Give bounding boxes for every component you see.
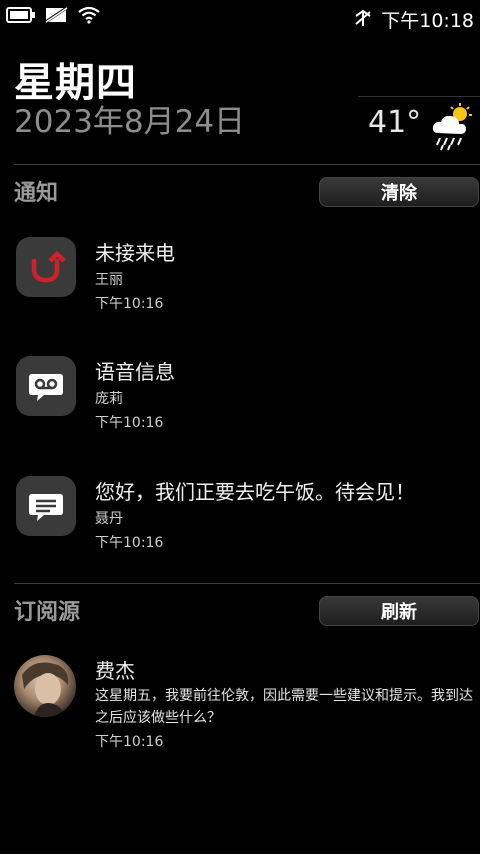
notification-title: 未接来电 bbox=[95, 241, 175, 265]
notification-time: 下午10:16 bbox=[95, 415, 164, 431]
wifi-icon bbox=[78, 6, 100, 28]
status-time: 下午10:18 bbox=[381, 10, 474, 32]
divider bbox=[14, 164, 480, 165]
clear-button[interactable]: 清除 bbox=[319, 177, 479, 207]
feeds-title: 订阅源 bbox=[14, 600, 81, 625]
status-bar: 下午10:18 bbox=[0, 0, 480, 34]
notifications-title: 通知 bbox=[14, 181, 59, 206]
status-icons-left bbox=[6, 5, 100, 28]
refresh-button[interactable]: 刷新 bbox=[319, 596, 479, 626]
notification-time: 下午10:16 bbox=[95, 535, 164, 551]
feed-item[interactable]: 费杰 这星期五，我要前往伦敦，因此需要一些建议和提示。我到达之后应该做些什么？ … bbox=[14, 655, 480, 765]
message-icon bbox=[16, 476, 76, 536]
feed-time: 下午10:16 bbox=[95, 734, 164, 750]
feed-message: 这星期五，我要前往伦敦，因此需要一些建议和提示。我到达之后应该做些什么？ bbox=[95, 688, 473, 726]
weather-widget[interactable]: 41° bbox=[358, 96, 480, 153]
notification-sender: 庞莉 bbox=[95, 391, 123, 407]
feed-name: 费杰 bbox=[95, 659, 135, 683]
avatar bbox=[14, 655, 76, 717]
temperature: 41° bbox=[368, 105, 422, 140]
date-text: 2023年8月24日 bbox=[14, 104, 246, 140]
notification-sender: 聂丹 bbox=[95, 511, 123, 527]
voicemail-icon bbox=[16, 356, 76, 416]
notification-title: 语音信息 bbox=[95, 360, 175, 384]
notification-item[interactable]: 语音信息 庞莉 下午10:16 bbox=[14, 356, 480, 456]
divider bbox=[14, 583, 480, 584]
rain-cloud-sun-icon bbox=[430, 103, 474, 155]
signal-off-icon bbox=[353, 8, 373, 32]
status-icons-right: 下午10:18 bbox=[353, 6, 474, 33]
message-off-icon bbox=[43, 5, 70, 28]
notification-item[interactable]: 您好，我们正要去吃午饭。待会见！ 聂丹 下午10:16 bbox=[14, 476, 480, 576]
battery-icon bbox=[6, 6, 36, 28]
missed-call-icon bbox=[16, 237, 76, 297]
notification-item[interactable]: 未接来电 王丽 下午10:16 bbox=[14, 237, 480, 337]
notification-title: 您好，我们正要去吃午饭。待会见！ bbox=[95, 480, 415, 504]
notification-time: 下午10:16 bbox=[95, 296, 164, 312]
notification-sender: 王丽 bbox=[95, 272, 123, 288]
